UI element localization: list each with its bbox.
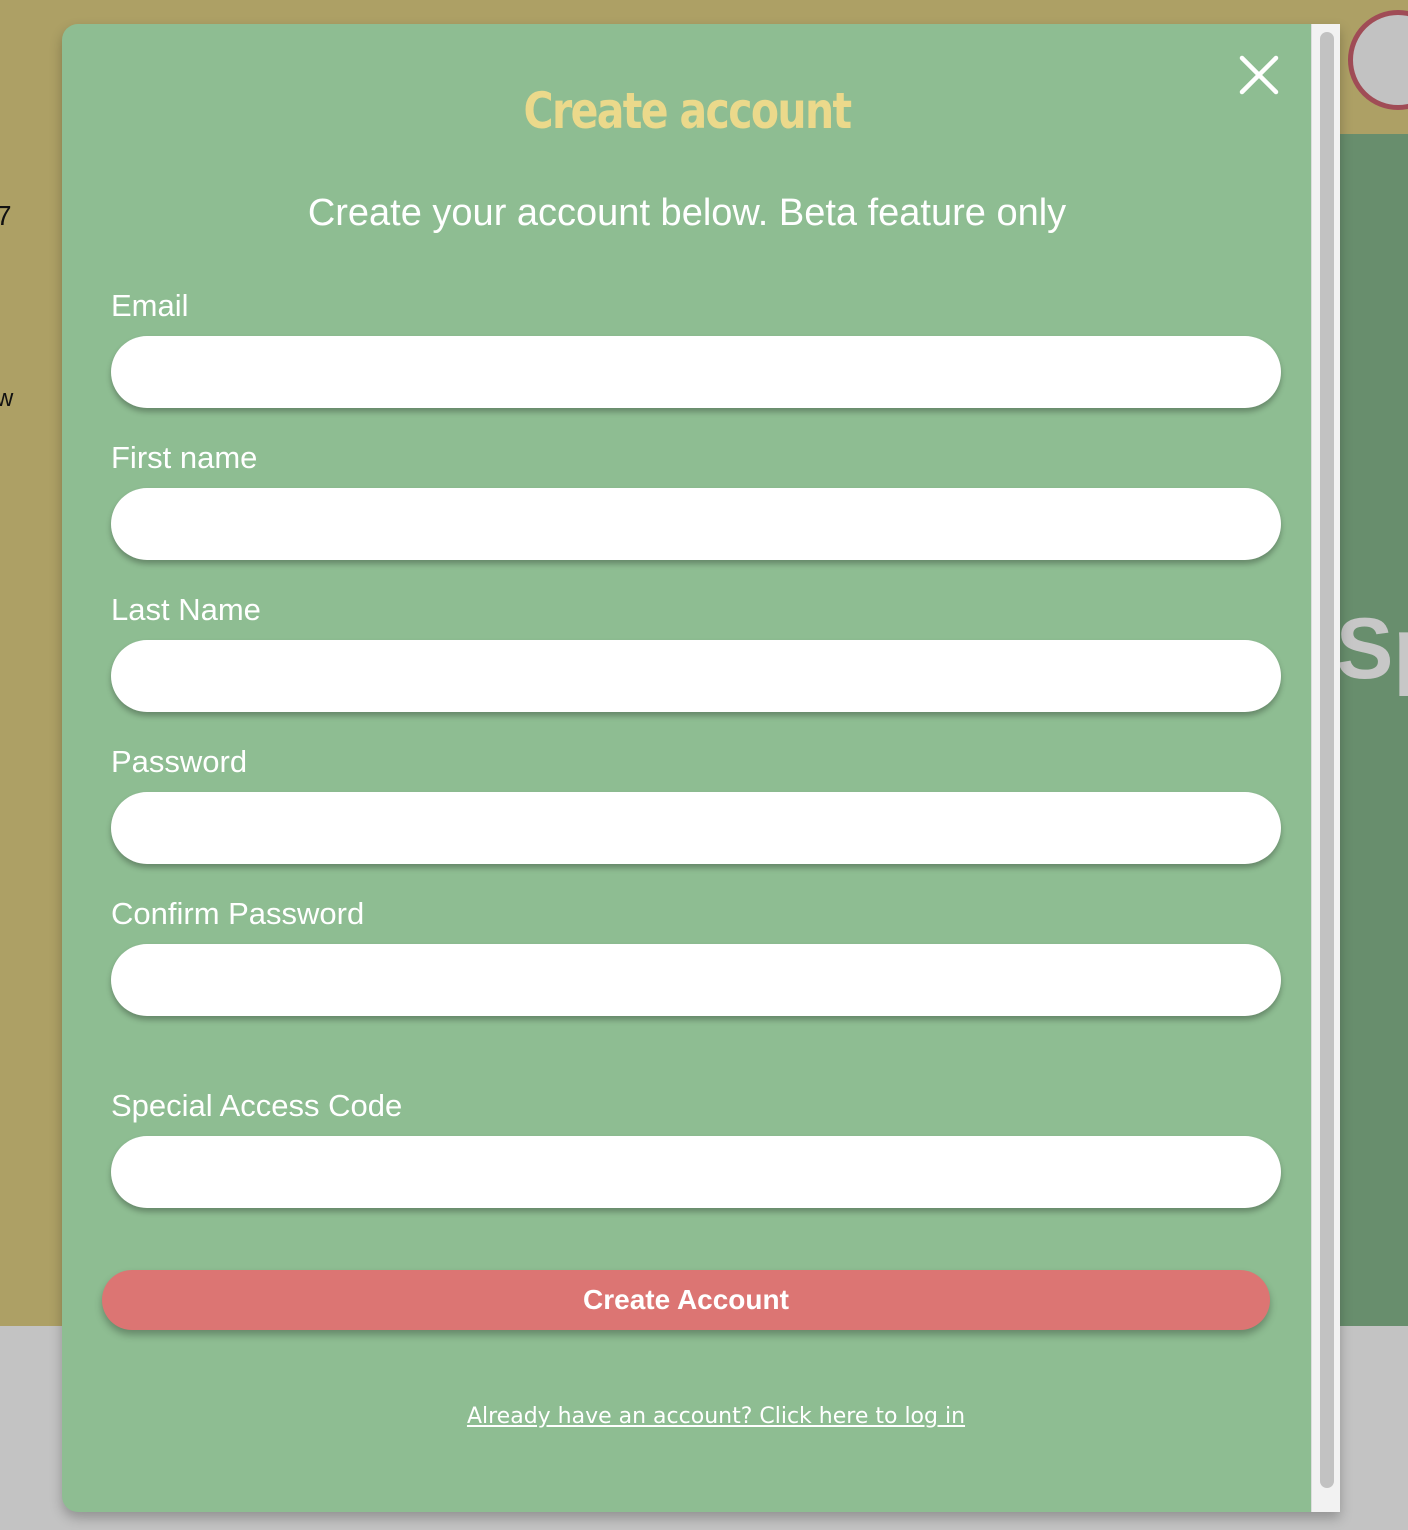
password-field[interactable] (111, 792, 1281, 864)
email-field[interactable] (111, 336, 1281, 408)
first-name-field[interactable] (111, 488, 1281, 560)
background-heading: Sp (1336, 601, 1408, 697)
background-right-panel (1330, 134, 1408, 1326)
login-link[interactable]: Already have an account? Click here to l… (62, 1404, 1340, 1429)
email-label: Email (111, 288, 189, 323)
create-account-button[interactable]: Create Account (102, 1270, 1270, 1330)
access-code-field[interactable] (111, 1136, 1281, 1208)
password-label: Password (111, 744, 248, 779)
background-text: w (0, 385, 14, 412)
last-name-field[interactable] (111, 640, 1281, 712)
scrollbar[interactable] (1311, 24, 1340, 1512)
background-text: 7 (0, 200, 12, 231)
first-name-label: First name (111, 440, 258, 475)
scrollbar-thumb[interactable] (1320, 32, 1334, 1488)
modal-subtitle: Create your account below. Beta feature … (307, 192, 1067, 234)
create-account-modal: Create account Create your account below… (62, 24, 1340, 1512)
confirm-password-field[interactable] (111, 944, 1281, 1016)
close-button[interactable] (1234, 50, 1284, 100)
access-code-label: Special Access Code (111, 1088, 403, 1123)
close-icon (1239, 55, 1279, 95)
confirm-password-label: Confirm Password (111, 896, 365, 931)
modal-title: Create account (523, 82, 853, 140)
last-name-label: Last Name (111, 592, 261, 627)
